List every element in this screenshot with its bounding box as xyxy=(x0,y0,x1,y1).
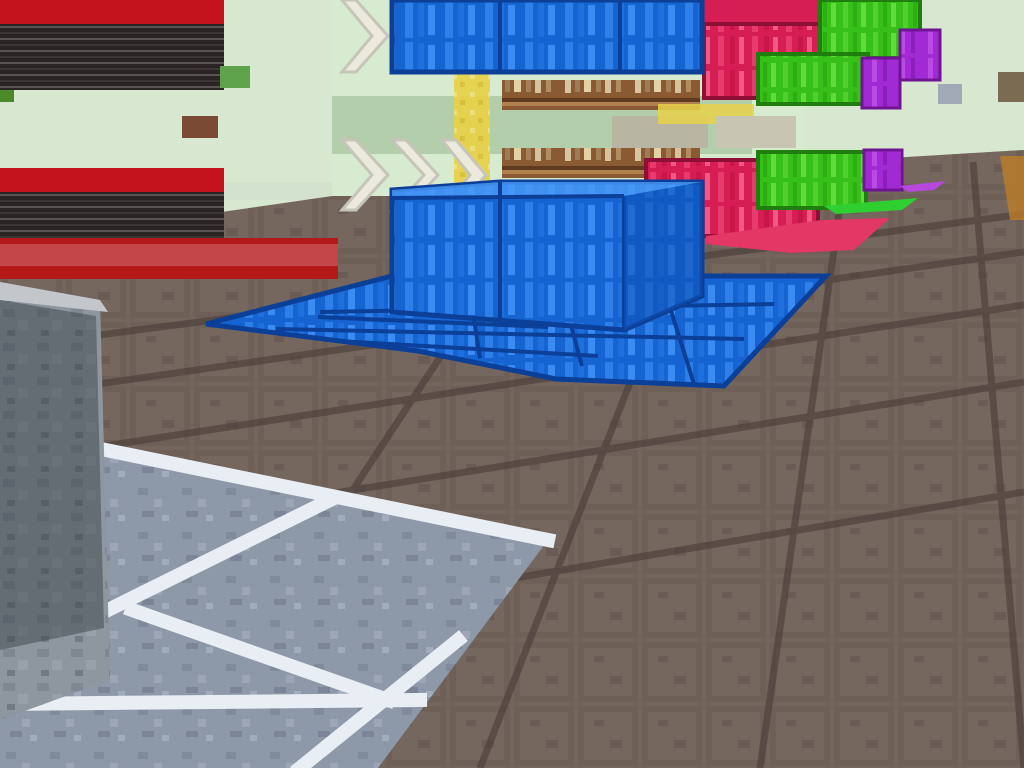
hanging-blue-block xyxy=(389,0,705,75)
game-viewport[interactable] xyxy=(0,0,1024,768)
main-blue-block xyxy=(389,179,705,333)
foreground-stone-block xyxy=(0,282,110,720)
